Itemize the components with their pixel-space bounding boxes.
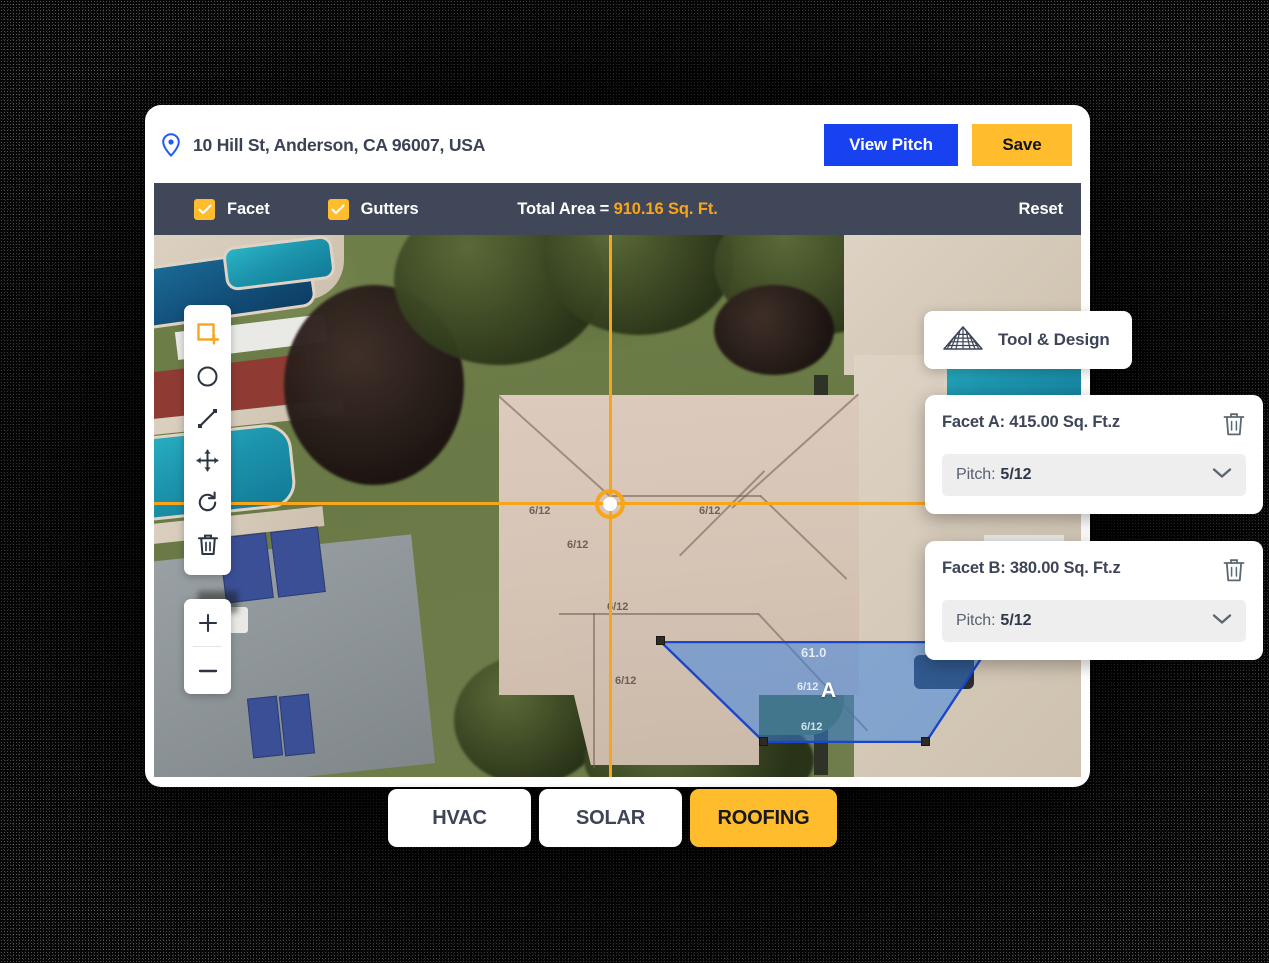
facet-title: Facet A: 415.00 Sq. Ft.z: [942, 413, 1120, 431]
add-rectangle-icon[interactable]: [184, 313, 231, 355]
roof-valley-line: [593, 613, 595, 768]
rotate-icon[interactable]: [184, 481, 231, 523]
drawing-tool-rail: [184, 305, 231, 575]
zoom-in-button[interactable]: [184, 599, 231, 646]
tab-solar[interactable]: SOLAR: [539, 789, 682, 847]
facet-title: Facet B: 380.00 Sq. Ft.z: [942, 559, 1121, 577]
roof-eave-line: [559, 613, 759, 615]
roof-pitch-label: 6/12: [615, 675, 637, 687]
map-tree: [714, 285, 834, 375]
trash-icon[interactable]: [1222, 411, 1246, 442]
facet-vertex-handle[interactable]: [921, 737, 930, 746]
total-area-label: Total Area =: [517, 199, 614, 218]
facet-checkbox-label: Facet: [227, 199, 270, 218]
total-area-readout: Total Area = 910.16 Sq. Ft.: [517, 199, 718, 219]
page-title: 10 Hill St, Anderson, CA 96007, USA: [193, 134, 486, 155]
save-button[interactable]: Save: [972, 124, 1072, 166]
tab-hvac[interactable]: HVAC: [388, 789, 531, 847]
total-area-value: 910.16 Sq. Ft.: [613, 199, 718, 218]
view-pitch-button[interactable]: View Pitch: [824, 124, 958, 166]
location-pin-icon: [159, 132, 183, 158]
gutters-checkbox[interactable]: [327, 198, 349, 220]
chevron-down-icon[interactable]: [1212, 612, 1232, 630]
facet-vertex-handle[interactable]: [759, 737, 768, 746]
crosshair-center-handle[interactable]: [603, 497, 617, 511]
map-solar-panel: [246, 695, 284, 759]
zoom-control-rail: [184, 599, 231, 694]
facet-card-header: Facet A: 415.00 Sq. Ft.z: [942, 411, 1246, 442]
facet-a-letter: A: [821, 679, 837, 702]
circle-icon[interactable]: [184, 355, 231, 397]
tab-roofing[interactable]: ROOFING: [690, 789, 837, 847]
roof-pitch-label: 6/12: [567, 539, 589, 551]
pitch-value: 5/12: [1000, 466, 1032, 483]
facet-vertex-handle[interactable]: [656, 636, 665, 645]
roof-icon: [942, 325, 984, 356]
bottom-tab-bar: HVAC SOLAR ROOFING: [388, 789, 837, 847]
facet-card: Facet A: 415.00 Sq. Ft.z Pitch: 5/12: [925, 395, 1263, 514]
reset-button[interactable]: Reset: [1019, 200, 1064, 219]
roof-pitch-label: 6/12: [529, 505, 551, 517]
map-solar-panel: [278, 693, 316, 757]
facet-card: Facet B: 380.00 Sq. Ft.z Pitch: 5/12: [925, 541, 1263, 660]
facet-checkbox-group[interactable]: Facet: [194, 198, 270, 220]
pitch-label: Pitch:: [956, 612, 996, 629]
gutters-checkbox-label: Gutters: [360, 199, 419, 218]
facet-card-header: Facet B: 380.00 Sq. Ft.z: [942, 557, 1246, 588]
facet-edge-dimension: 61.0: [801, 645, 827, 660]
gutters-checkbox-group[interactable]: Gutters: [327, 198, 419, 220]
tool-and-design-label: Tool & Design: [998, 330, 1110, 349]
pitch-select[interactable]: Pitch: 5/12: [942, 454, 1246, 496]
trash-icon[interactable]: [1222, 557, 1246, 588]
facet-pitch-label: 6/12: [797, 681, 819, 693]
tool-and-design-button[interactable]: Tool & Design: [924, 311, 1132, 369]
line-icon[interactable]: [184, 397, 231, 439]
map-solar-panel: [270, 526, 326, 598]
move-icon[interactable]: [184, 439, 231, 481]
pitch-label: Pitch:: [956, 466, 996, 483]
facet-checkbox[interactable]: [194, 198, 215, 220]
delete-icon[interactable]: [184, 523, 231, 565]
screenshot-root: 10 Hill St, Anderson, CA 96007, USA View…: [0, 0, 1269, 963]
pitch-value: 5/12: [1000, 612, 1032, 629]
chevron-down-icon[interactable]: [1212, 466, 1232, 484]
pitch-select[interactable]: Pitch: 5/12: [942, 600, 1246, 642]
facet-pitch-label: 6/12: [801, 721, 823, 733]
roof-pitch-label: 6/12: [699, 505, 721, 517]
zoom-out-button[interactable]: [184, 647, 231, 694]
app-header: 10 Hill St, Anderson, CA 96007, USA View…: [145, 105, 1090, 185]
map-toolbar: Facet Gutters Total Area = 910.16 Sq. Ft…: [154, 183, 1081, 235]
